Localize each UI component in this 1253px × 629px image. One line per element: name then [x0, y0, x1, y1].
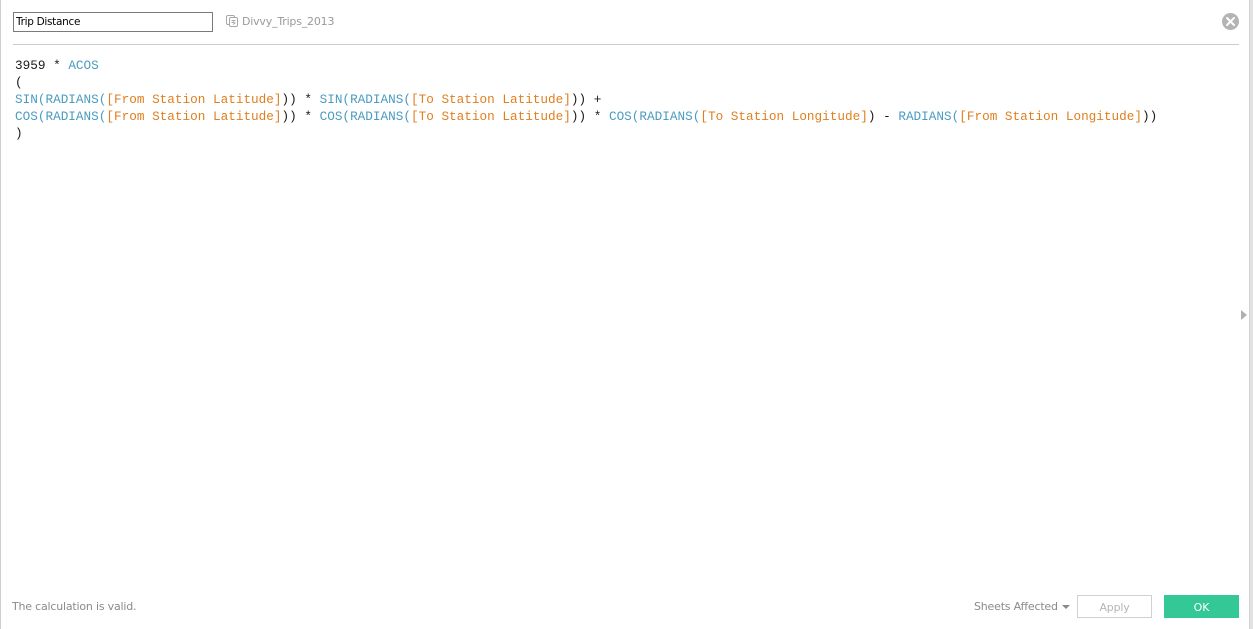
sheets-affected-dropdown[interactable]: Sheets Affected: [974, 600, 1070, 613]
formula-token-op: )) *: [281, 92, 320, 107]
formula-token-op: ): [15, 126, 23, 141]
formula-token-fn: SIN(: [15, 92, 46, 107]
chevron-down-icon: [1061, 604, 1070, 609]
formula-token-fn: COS(: [319, 109, 351, 124]
formula-token-op: ) -: [867, 109, 899, 124]
formula-token-fn: RADIANS(: [898, 109, 960, 124]
formula-token-field: [From Station Latitude]: [106, 92, 282, 107]
formula-token-fn: RADIANS(: [639, 109, 701, 124]
formula-token-op: )) *: [281, 109, 320, 124]
ok-button[interactable]: OK: [1164, 595, 1239, 618]
formula-token-field: [From Station Longitude]: [959, 109, 1142, 124]
formula-token-op: )): [1141, 109, 1158, 124]
header-divider: [13, 44, 1239, 45]
formula-token-op: )) +: [570, 92, 602, 107]
formula-token-field: [To Station Latitude]: [410, 92, 571, 107]
formula-token-fn: COS(: [15, 109, 46, 124]
formula-line: 3959 * ACOS: [15, 57, 1240, 74]
formula-token-fn: ACOS: [68, 58, 99, 73]
formula-token-field: [From Station Latitude]: [106, 109, 282, 124]
formula-line: (: [15, 74, 1240, 91]
formula-token-field: [To Station Longitude]: [700, 109, 868, 124]
formula-token-op: )) *: [570, 109, 609, 124]
formula-token-field: [To Station Latitude]: [410, 109, 571, 124]
close-icon: [1226, 17, 1235, 26]
formula-token-fn: COS(: [608, 109, 640, 124]
dialog-left-border: [0, 0, 1, 629]
formula-line: ): [15, 125, 1240, 142]
formula-token-op: (: [15, 75, 23, 90]
formula-token-fn: SIN(: [319, 92, 351, 107]
formula-line: SIN(RADIANS([From Station Latitude])) * …: [15, 91, 1240, 108]
dialog-right-border: [1249, 0, 1253, 629]
formula-editor[interactable]: 3959 * ACOS(SIN(RADIANS([From Station La…: [15, 57, 1240, 577]
formula-token-op: *: [45, 58, 69, 73]
formula-token-fn: RADIANS(: [350, 92, 411, 107]
formula-token-num: 3959: [15, 58, 46, 73]
expand-right-icon[interactable]: [1241, 310, 1247, 320]
sheets-affected-label: Sheets Affected: [974, 600, 1058, 613]
validation-status: The calculation is valid.: [12, 600, 137, 613]
calculation-name-input[interactable]: [13, 12, 213, 32]
formula-line: COS(RADIANS([From Station Latitude])) * …: [15, 108, 1240, 125]
close-button[interactable]: [1222, 13, 1239, 30]
datasource-name: Divvy_Trips_2013: [242, 14, 335, 28]
formula-token-fn: RADIANS(: [350, 109, 411, 124]
formula-token-fn: RADIANS(: [45, 92, 107, 107]
datasource-label: Divvy_Trips_2013: [225, 14, 334, 28]
apply-button[interactable]: Apply: [1077, 595, 1152, 618]
formula-token-fn: RADIANS(: [45, 109, 107, 124]
datasource-icon: [226, 15, 238, 27]
